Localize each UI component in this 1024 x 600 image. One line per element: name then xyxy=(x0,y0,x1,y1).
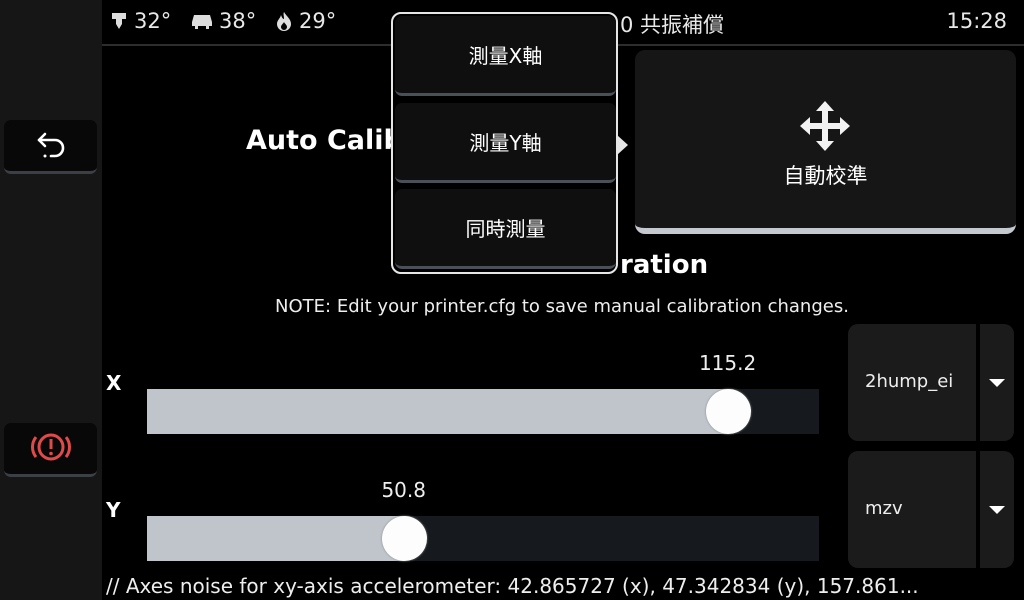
x-frequency-value: 115.2 xyxy=(698,351,757,375)
emergency-stop-button[interactable] xyxy=(4,423,97,477)
extruder-icon xyxy=(110,11,128,31)
clock: 15:28 xyxy=(946,9,1007,33)
heater-temp-value: 29° xyxy=(299,9,337,33)
back-arrow-icon xyxy=(33,126,69,166)
x-slider-knob[interactable] xyxy=(705,389,751,434)
extruder-temp-value: 32° xyxy=(134,9,172,33)
y-shaper-dropdown-arrow[interactable] xyxy=(980,451,1014,568)
emergency-stop-icon xyxy=(28,429,74,469)
back-button[interactable] xyxy=(4,120,97,174)
bed-temp-value: 38° xyxy=(219,9,257,33)
move-arrows-icon xyxy=(798,99,852,157)
page-title: 0 共振補償 xyxy=(620,13,725,37)
auto-calibrate-button[interactable]: 自動校準 xyxy=(635,50,1016,234)
calibration-popup-menu: 測量X軸 測量Y軸 同時測量 xyxy=(391,12,628,274)
y-shaper-select[interactable]: mzv xyxy=(848,451,1014,568)
chevron-down-icon xyxy=(988,500,1006,519)
x-frequency-slider[interactable] xyxy=(147,389,819,434)
extruder-temp: 32° xyxy=(110,9,171,33)
auto-calibrate-label: 自動校準 xyxy=(783,164,868,188)
flame-icon xyxy=(275,11,293,31)
x-axis-label: X xyxy=(106,371,122,395)
y-frequency-slider[interactable] xyxy=(147,516,819,561)
bed-icon xyxy=(191,12,213,30)
y-slider-knob[interactable] xyxy=(381,516,427,561)
sidebar xyxy=(0,0,102,600)
x-shaper-value: 2hump_ei xyxy=(865,371,954,392)
auto-calibration-heading: Auto Calib xyxy=(246,125,403,156)
chevron-down-icon xyxy=(988,373,1006,392)
x-shaper-select[interactable]: 2hump_ei xyxy=(848,324,1014,441)
y-frequency-value: 50.8 xyxy=(381,478,426,502)
measure-y-axis-option[interactable]: 測量Y軸 xyxy=(395,103,616,183)
calibration-note: NOTE: Edit your printer.cfg to save manu… xyxy=(275,296,849,317)
heater-temp: 29° xyxy=(275,9,336,33)
y-slider-fill xyxy=(147,516,404,561)
manual-calibration-heading: ration xyxy=(620,250,709,280)
axes-noise-line: // Axes noise for xy-axis accelerometer:… xyxy=(106,574,919,598)
bed-temp: 38° xyxy=(191,9,256,33)
y-axis-label: Y xyxy=(106,498,121,522)
y-shaper-value: mzv xyxy=(865,498,903,519)
x-slider-fill xyxy=(147,389,728,434)
measure-both-option[interactable]: 同時測量 xyxy=(395,189,616,269)
x-shaper-dropdown-arrow[interactable] xyxy=(980,324,1014,441)
measure-x-axis-option[interactable]: 測量X軸 xyxy=(395,16,616,96)
